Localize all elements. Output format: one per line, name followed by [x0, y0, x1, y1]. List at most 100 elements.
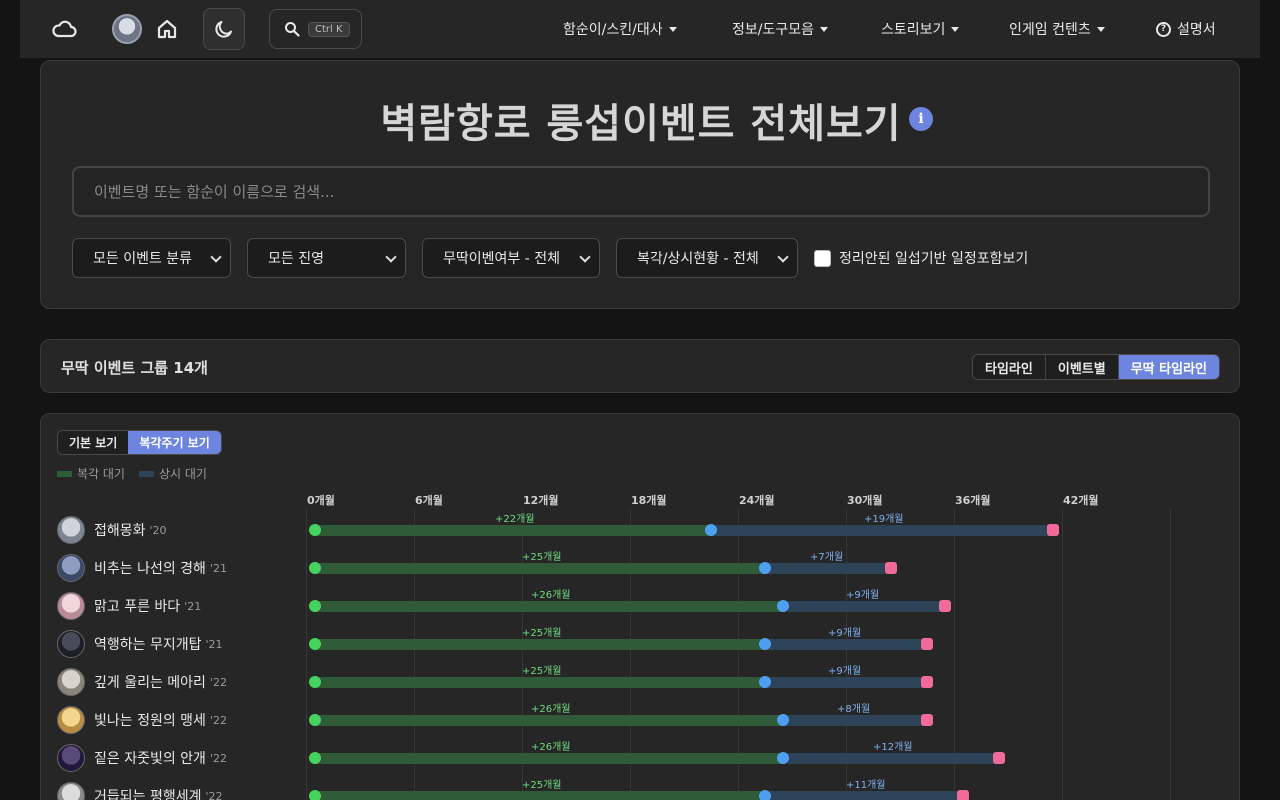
cloud-icon[interactable] — [48, 14, 80, 44]
event-year: '21 — [205, 637, 223, 651]
permanent-wait-bar — [783, 601, 945, 612]
group-count-label: 무딱 이벤트 그룹 14개 — [61, 359, 208, 377]
permanent-duration-label: +9개월 — [828, 628, 862, 639]
caret-down-icon — [668, 26, 677, 32]
checkbox-label: 정리안된 일섭기반 일정포함보기 — [839, 251, 1029, 267]
rerun-wait-bar — [315, 525, 711, 536]
event-row[interactable]: 맑고 푸른 바다 '21 — [57, 591, 201, 621]
rerun-status-select[interactable]: 복각/상시현황 - 전체 — [616, 238, 798, 278]
rerun-wait-bar — [315, 639, 765, 650]
avatar — [57, 554, 85, 582]
permanent-duration-label: +9개월 — [846, 590, 880, 601]
event-row[interactable]: 빛나는 정원의 맹세 '22 — [57, 705, 227, 735]
mode-tab-basic[interactable]: 기본 보기 — [58, 431, 129, 454]
permanent-wait-bar — [765, 639, 927, 650]
start-marker — [309, 638, 321, 650]
event-row[interactable]: 깊게 울리는 메아리 '22 — [57, 667, 227, 697]
event-year: '22 — [205, 789, 223, 800]
rerun-wait-bar — [315, 715, 783, 726]
filter-panel: 벽람항로 룽섭이벤트 전체보기 i 모든 이벤트 분류 모든 진영 무딱이벤여부… — [40, 60, 1240, 309]
event-row[interactable]: 접해몽화 '20 — [57, 515, 167, 545]
faction-select[interactable]: 모든 진영 — [247, 238, 406, 278]
start-marker — [309, 524, 321, 536]
x-tick-label: 36개월 — [955, 494, 991, 507]
rerun-marker — [777, 752, 789, 764]
caret-down-icon — [951, 26, 960, 32]
home-icon[interactable] — [152, 14, 182, 44]
caret-down-icon — [1096, 26, 1105, 32]
permanent-wait-bar — [765, 677, 927, 688]
permanent-marker — [921, 676, 933, 688]
select-value: 복각/상시현황 - 전체 — [637, 251, 759, 267]
search-icon — [285, 22, 300, 37]
view-tab-timeline[interactable]: 타임라인 — [973, 355, 1046, 379]
permanent-marker — [957, 790, 969, 800]
chevron-down-icon — [579, 251, 591, 263]
gridline — [1062, 509, 1063, 800]
permanent-duration-label: +12개월 — [873, 742, 913, 753]
rerun-duration-label: +25개월 — [522, 552, 562, 563]
info-icon[interactable]: i — [909, 107, 933, 131]
avatar — [57, 630, 85, 658]
rerun-duration-label: +22개월 — [495, 514, 535, 525]
group-bar: 무딱 이벤트 그룹 14개 타임라인 이벤트별 무딱 타임라인 — [40, 339, 1240, 393]
rerun-marker — [705, 524, 717, 536]
menu-story[interactable]: 스토리보기 — [881, 0, 960, 58]
menu-ingame[interactable]: 인게임 컨텐츠 — [1009, 0, 1105, 58]
top-navbar: Ctrl K 함순이/스킨/대사 정보/도구모음 스토리보기 인게임 컨텐츠 ?… — [20, 0, 1260, 58]
event-row[interactable]: 역행하는 무지개탑 '21 — [57, 629, 223, 659]
view-switcher: 타임라인 이벤트별 무딱 타임라인 — [972, 354, 1220, 380]
menu-tools[interactable]: 정보/도구모음 — [732, 0, 828, 58]
theme-toggle-button[interactable] — [203, 8, 245, 50]
menu-shipgirls[interactable]: 함순이/스킨/대사 — [563, 0, 677, 58]
caret-down-icon — [820, 26, 828, 32]
permanent-wait-bar — [765, 563, 891, 574]
rerun-marker — [777, 600, 789, 612]
event-search-input[interactable] — [72, 166, 1210, 217]
menu-help[interactable]: ? 설명서 — [1156, 0, 1216, 58]
event-row[interactable]: 짙은 자줏빛의 안개 '22 — [57, 743, 227, 773]
permanent-marker — [993, 752, 1005, 764]
include-jp-schedule-checkbox[interactable]: 정리안된 일섭기반 일정포함보기 — [814, 248, 1028, 268]
event-year: '22 — [209, 675, 227, 689]
rerun-marker — [777, 714, 789, 726]
x-tick-label: 30개월 — [847, 494, 883, 507]
menu-label: 정보/도구모음 — [732, 22, 814, 38]
event-row[interactable]: 비추는 나선의 경해 '21 — [57, 553, 227, 583]
site-logo-avatar[interactable] — [112, 14, 142, 44]
rerun-duration-label: +26개월 — [531, 742, 571, 753]
free-event-select[interactable]: 무딱이벤여부 - 전체 — [422, 238, 600, 278]
moon-icon — [215, 21, 232, 38]
permanent-marker — [939, 600, 951, 612]
event-year: '20 — [149, 523, 167, 537]
start-marker — [309, 562, 321, 574]
start-marker — [309, 676, 321, 688]
select-value: 무딱이벤여부 - 전체 — [443, 251, 560, 267]
x-tick-label: 12개월 — [523, 494, 559, 507]
legend-swatch — [138, 470, 154, 477]
rerun-wait-bar — [315, 791, 765, 800]
menu-label: 함순이/스킨/대사 — [563, 22, 663, 38]
view-tab-by-event[interactable]: 이벤트별 — [1045, 355, 1119, 379]
mode-tab-rerun-cycle[interactable]: 복각주기 보기 — [128, 431, 221, 454]
page-title: 벽람항로 룽섭이벤트 전체보기 — [380, 101, 902, 147]
checkbox-box[interactable] — [814, 249, 831, 267]
start-marker — [309, 752, 321, 764]
legend-label: 상시 대기 — [158, 467, 207, 481]
rerun-wait-bar — [315, 563, 765, 574]
event-name: 빛나는 정원의 맹세 — [94, 713, 206, 729]
select-value: 모든 진영 — [268, 251, 324, 267]
permanent-wait-bar — [783, 753, 999, 764]
permanent-marker — [885, 562, 897, 574]
event-row[interactable]: 거듭되는 평행세계 '22 — [57, 781, 223, 800]
gridline — [306, 509, 307, 800]
search-button[interactable]: Ctrl K — [269, 9, 362, 49]
event-name: 접해몽화 — [94, 523, 146, 539]
event-name: 짙은 자줏빛의 안개 — [94, 751, 206, 767]
permanent-marker — [921, 714, 933, 726]
view-tab-free-timeline[interactable]: 무딱 타임라인 — [1118, 355, 1219, 379]
category-select[interactable]: 모든 이벤트 분류 — [72, 238, 231, 278]
x-tick-label: 42개월 — [1063, 494, 1099, 507]
avatar — [57, 668, 85, 696]
event-name: 깊게 울리는 메아리 — [94, 675, 206, 691]
